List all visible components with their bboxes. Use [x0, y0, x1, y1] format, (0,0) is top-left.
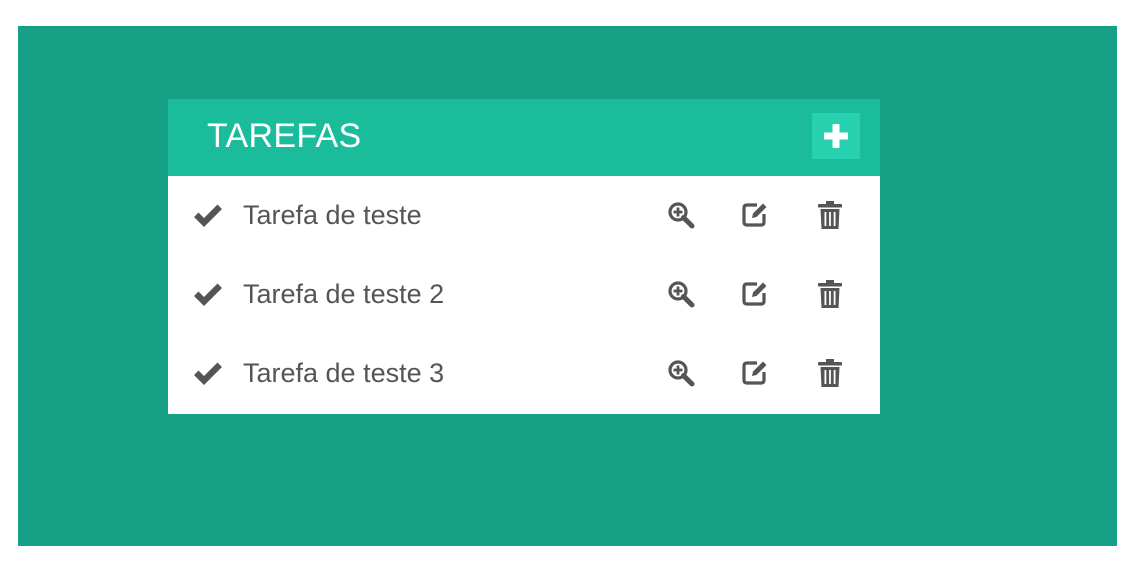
tasks-panel: TAREFAS Tarefa de teste Tarefa de teste … [168, 99, 880, 414]
task-list: Tarefa de teste Tarefa de teste 2 Tarefa… [168, 176, 880, 413]
app-background: TAREFAS Tarefa de teste Tarefa de teste … [18, 26, 1117, 546]
view-task-button[interactable] [664, 198, 698, 232]
view-task-button[interactable] [664, 356, 698, 390]
check-icon[interactable] [192, 201, 224, 231]
task-item: Tarefa de teste 3 [168, 334, 880, 413]
check-icon[interactable] [192, 359, 224, 389]
view-task-button[interactable] [664, 277, 698, 311]
trash-icon [818, 201, 842, 229]
delete-task-button[interactable] [813, 356, 847, 390]
plus-icon [824, 124, 848, 148]
task-label: Tarefa de teste 2 [243, 279, 445, 309]
task-item: Tarefa de teste [168, 176, 880, 255]
task-label: Tarefa de teste 3 [243, 358, 445, 388]
edit-icon [742, 282, 767, 306]
zoom-in-icon [668, 281, 695, 308]
check-icon[interactable] [192, 280, 224, 310]
zoom-in-icon [668, 360, 695, 387]
delete-task-button[interactable] [813, 277, 847, 311]
delete-task-button[interactable] [813, 198, 847, 232]
edit-task-button[interactable] [738, 356, 772, 390]
panel-header: TAREFAS [168, 99, 880, 176]
task-item: Tarefa de teste 2 [168, 255, 880, 334]
panel-title: TAREFAS [207, 117, 362, 155]
trash-icon [818, 280, 842, 308]
edit-task-button[interactable] [738, 277, 772, 311]
edit-icon [742, 203, 767, 227]
edit-icon [742, 361, 767, 385]
trash-icon [818, 359, 842, 387]
add-task-button[interactable] [812, 113, 860, 159]
task-label: Tarefa de teste [243, 200, 422, 230]
zoom-in-icon [668, 202, 695, 229]
edit-task-button[interactable] [738, 198, 772, 232]
